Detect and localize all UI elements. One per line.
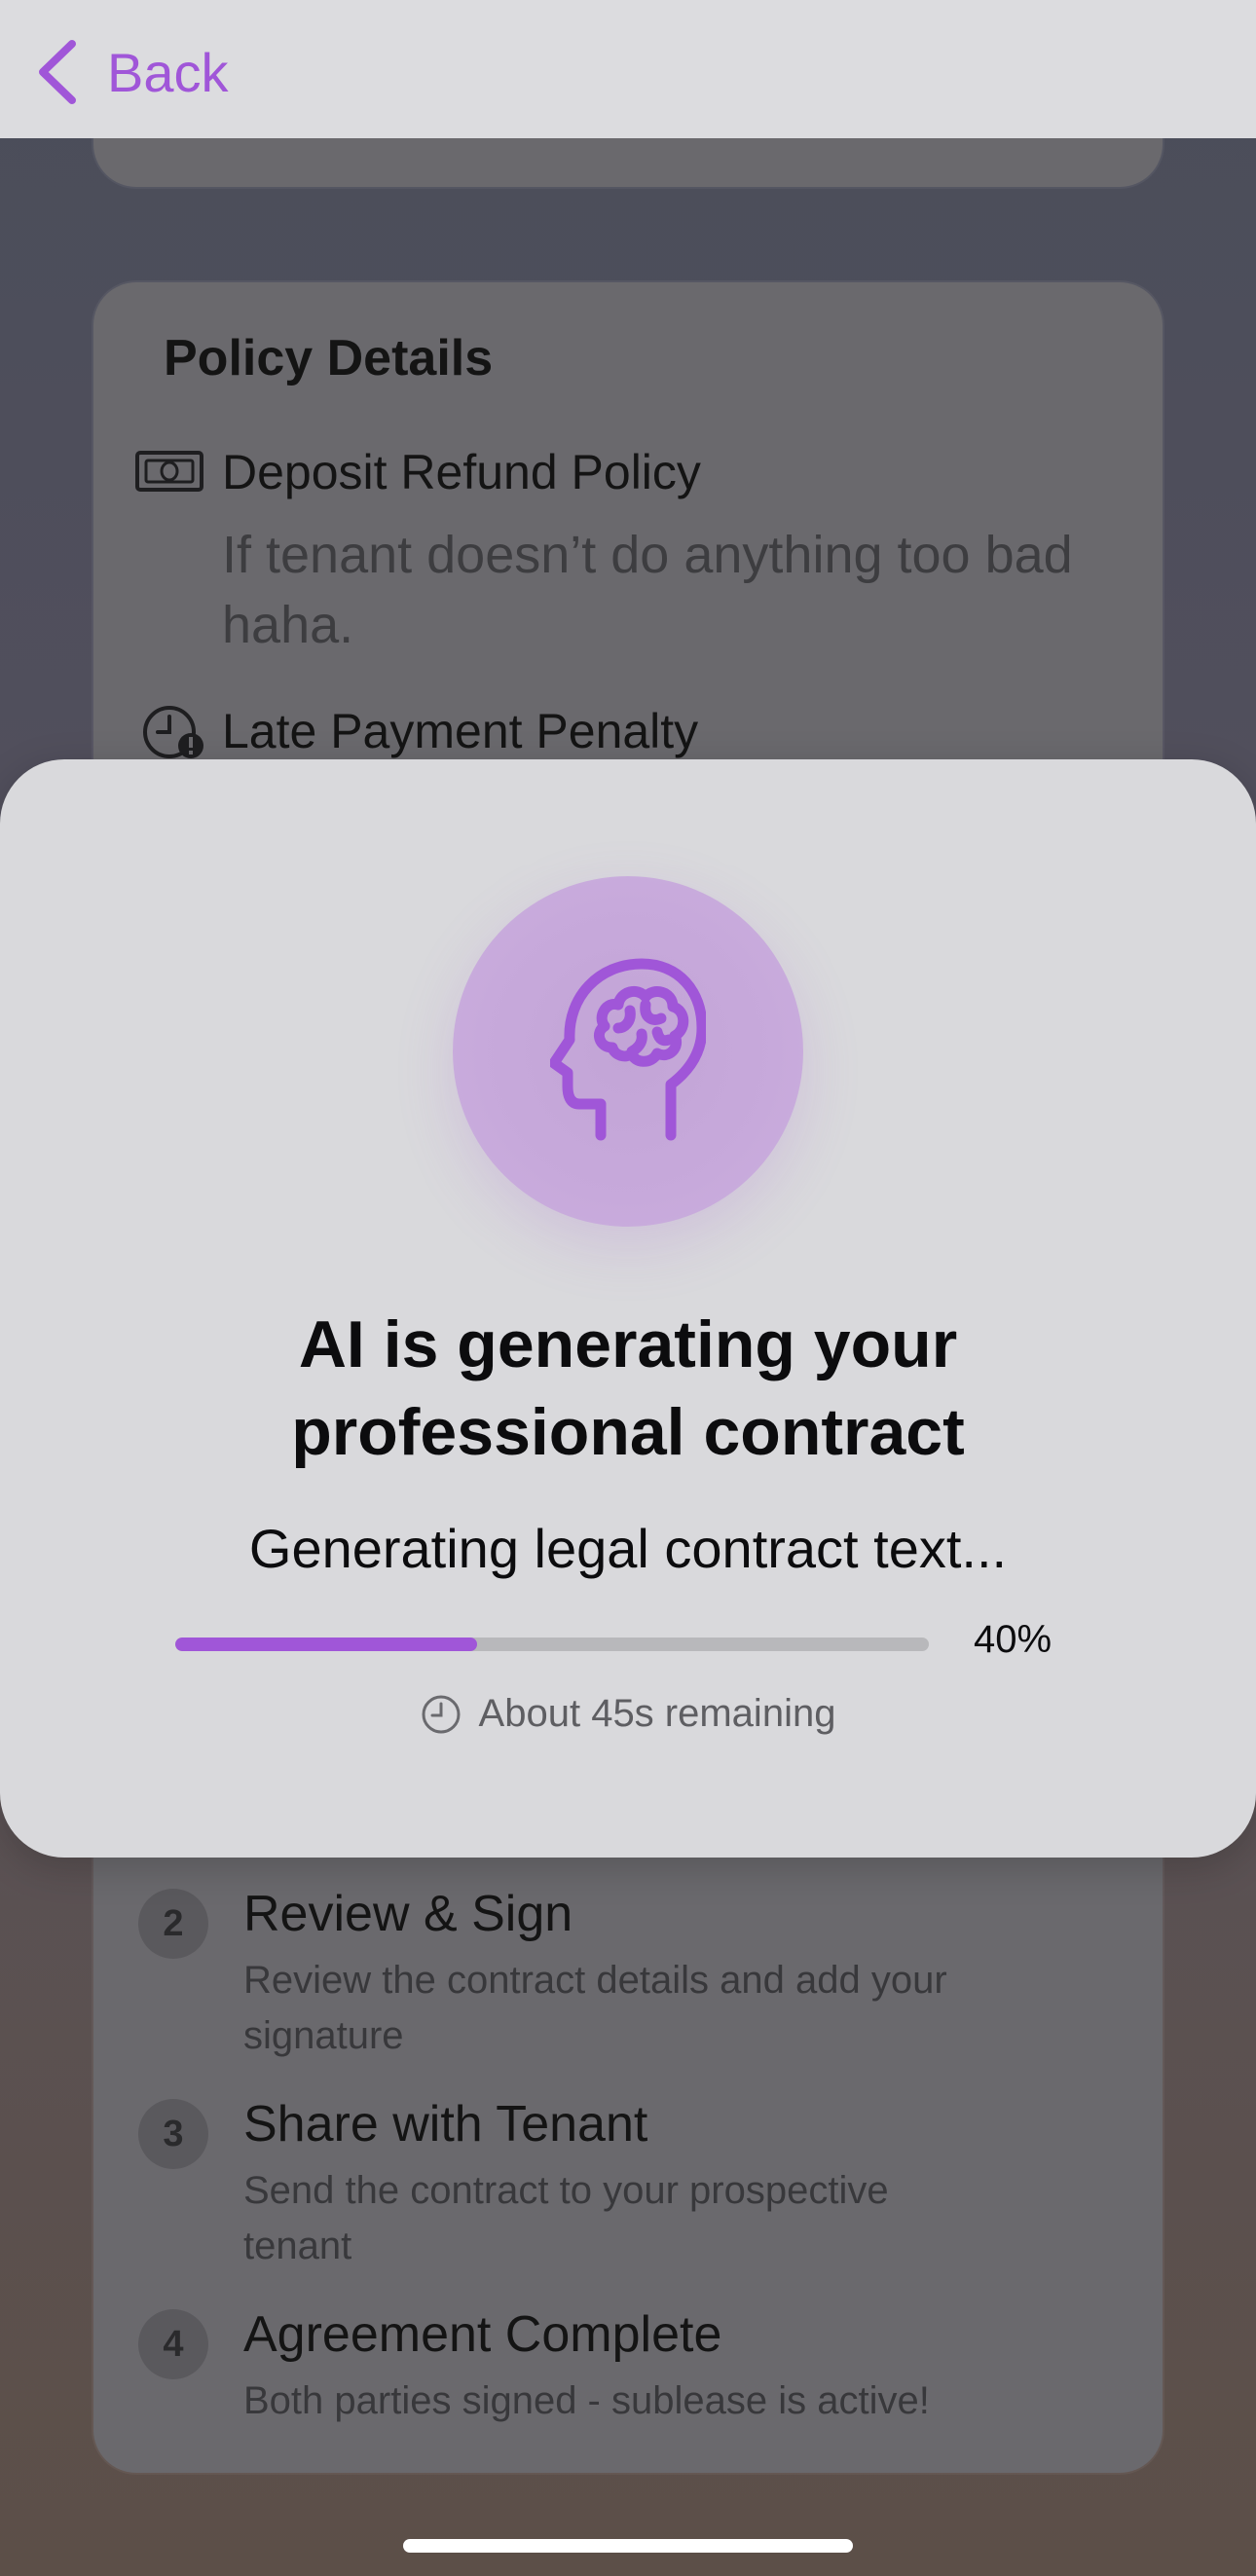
- clock-alert-icon: [143, 706, 203, 758]
- modal-title: AI is generating your professional contr…: [291, 1307, 965, 1469]
- progress-bar-fill: [175, 1638, 477, 1651]
- deposit-refund-label: Deposit Refund Policy: [222, 445, 701, 499]
- step-number: 3: [138, 2099, 208, 2169]
- brain-icon-circle: [453, 876, 803, 1227]
- chevron-left-icon: [39, 40, 76, 104]
- time-remaining-text: About 45s remaining: [478, 1692, 836, 1735]
- step-description: Send the contract to your prospective te…: [243, 2169, 889, 2267]
- deposit-refund-value: If tenant doesn’t do anything too bad ha…: [222, 526, 1073, 654]
- banknote-icon: [135, 451, 203, 492]
- step-number: 2: [138, 1889, 208, 1959]
- brain-head-icon: [550, 958, 706, 1141]
- navigation-bar: Back: [0, 0, 1256, 138]
- home-indicator[interactable]: [403, 2539, 853, 2553]
- step-title: Agreement Complete: [243, 2306, 722, 2363]
- back-button[interactable]: Back: [35, 35, 229, 109]
- progress-bar: [175, 1638, 929, 1651]
- generation-status-text: Generating legal contract text...: [248, 1518, 1008, 1579]
- generating-contract-modal: AI is generating your professional contr…: [0, 759, 1256, 1858]
- progress-percent: 40%: [974, 1618, 1053, 1661]
- time-remaining: About 45s remaining: [0, 1692, 1256, 1736]
- clock-icon: [422, 1695, 461, 1733]
- step-number: 4: [138, 2309, 208, 2379]
- step-title: Share with Tenant: [243, 2096, 648, 2153]
- step-description: Both parties signed - sublease is active…: [243, 2379, 930, 2422]
- late-payment-label: Late Payment Penalty: [222, 704, 699, 758]
- policy-details-title: Policy Details: [164, 330, 494, 386]
- back-label: Back: [107, 41, 229, 103]
- step-description: Review the contract details and add your…: [243, 1959, 947, 2057]
- step-title: Review & Sign: [243, 1886, 573, 1942]
